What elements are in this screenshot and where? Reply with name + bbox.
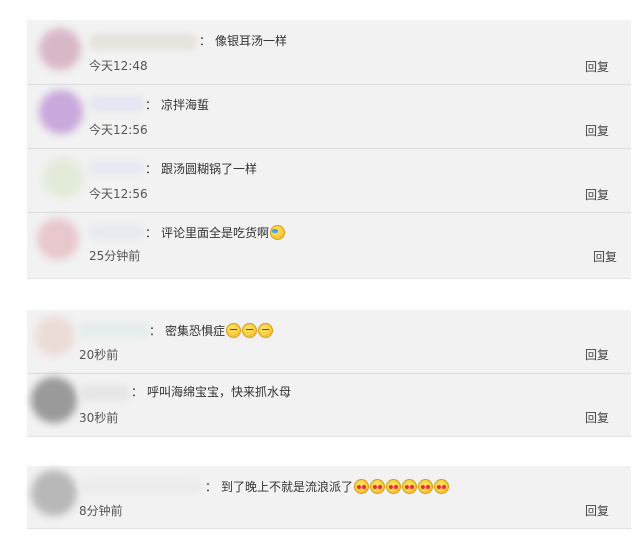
comment-item: ：跟汤圆糊锅了一样 今天12:56 回复 bbox=[27, 148, 631, 213]
user-avatar[interactable] bbox=[43, 158, 83, 198]
comment-text: 评论里面全是吃货啊 bbox=[161, 226, 270, 240]
colon: ： bbox=[205, 480, 218, 494]
comment-text-wrap: ：凉拌海蜇 bbox=[145, 96, 209, 114]
comment-text: 密集恐惧症 bbox=[165, 324, 226, 338]
comment-text-wrap: ：评论里面全是吃货啊 bbox=[145, 224, 286, 242]
comment-text: 到了晚上不就是流浪派了 bbox=[221, 480, 354, 494]
kissing-face-icon bbox=[386, 479, 402, 494]
comment-item: ：呼叫海绵宝宝，快来抓水母 30秒前 回复 bbox=[27, 373, 631, 436]
comment-group: ：到了晚上不就是流浪派了 8分钟前 回复 bbox=[27, 466, 631, 529]
comment-group: ：像银耳汤一样 今天12:48 回复 ：凉拌海蜇 今天12:56 回复 ：跟汤圆… bbox=[27, 20, 631, 279]
heart-eyes-icon bbox=[434, 479, 450, 494]
username-blurred[interactable] bbox=[89, 224, 145, 240]
comment-time: 今天12:48 bbox=[89, 59, 148, 73]
comment-time: 8分钟前 bbox=[79, 504, 123, 518]
username-blurred[interactable] bbox=[89, 34, 197, 50]
reply-button[interactable]: 回复 bbox=[585, 503, 609, 519]
user-avatar[interactable] bbox=[39, 90, 83, 134]
username-blurred[interactable] bbox=[79, 385, 131, 401]
comment-time: 今天12:56 bbox=[89, 187, 148, 201]
colon: ： bbox=[199, 34, 212, 48]
comment-time: 25分钟前 bbox=[89, 249, 141, 263]
kissing-face-icon bbox=[354, 479, 370, 494]
comment-item: ：像银耳汤一样 今天12:48 回复 bbox=[27, 20, 631, 85]
laughing-crying-icon bbox=[270, 225, 286, 240]
reply-button[interactable]: 回复 bbox=[585, 410, 609, 426]
comment-item: ：密集恐惧症 20秒前 回复 bbox=[27, 310, 631, 374]
user-avatar[interactable] bbox=[31, 377, 77, 423]
sleepy-face-icon bbox=[242, 323, 258, 338]
heart-eyes-icon bbox=[418, 479, 434, 494]
comment-text: 跟汤圆糊锅了一样 bbox=[161, 162, 258, 176]
comment-item: ：凉拌海蜇 今天12:56 回复 bbox=[27, 84, 631, 149]
sleepy-face-icon bbox=[258, 323, 274, 338]
comment-time: 30秒前 bbox=[79, 411, 119, 425]
colon: ： bbox=[145, 98, 158, 112]
reply-button[interactable]: 回复 bbox=[585, 59, 609, 75]
reply-button[interactable]: 回复 bbox=[593, 249, 617, 265]
comment-text-wrap: ：像银耳汤一样 bbox=[199, 32, 287, 50]
comment-time: 今天12:56 bbox=[89, 123, 148, 137]
username-blurred[interactable] bbox=[89, 160, 145, 176]
user-avatar[interactable] bbox=[31, 470, 77, 516]
username-blurred[interactable] bbox=[79, 478, 203, 494]
heart-eyes-icon bbox=[402, 479, 418, 494]
kissing-face-icon bbox=[370, 479, 386, 494]
comment-item: ：到了晚上不就是流浪派了 8分钟前 回复 bbox=[27, 466, 631, 528]
reply-button[interactable]: 回复 bbox=[585, 187, 609, 203]
comment-time: 20秒前 bbox=[79, 348, 119, 362]
colon: ： bbox=[145, 162, 158, 176]
colon: ： bbox=[145, 226, 158, 240]
user-avatar[interactable] bbox=[37, 218, 79, 260]
comment-item: ：评论里面全是吃货啊 25分钟前 回复 bbox=[27, 212, 631, 276]
colon: ： bbox=[131, 385, 144, 399]
colon: ： bbox=[149, 324, 162, 338]
comment-group: ：密集恐惧症 20秒前 回复 ：呼叫海绵宝宝，快来抓水母 30秒前 回复 bbox=[27, 310, 631, 437]
username-blurred[interactable] bbox=[89, 96, 145, 112]
comment-text-wrap: ：密集恐惧症 bbox=[149, 322, 274, 340]
user-avatar[interactable] bbox=[39, 28, 81, 70]
comment-text-wrap: ：呼叫海绵宝宝，快来抓水母 bbox=[131, 383, 291, 401]
reply-button[interactable]: 回复 bbox=[585, 347, 609, 363]
comment-text-wrap: ：到了晚上不就是流浪派了 bbox=[205, 478, 450, 496]
comment-text: 凉拌海蜇 bbox=[161, 98, 210, 112]
reply-button[interactable]: 回复 bbox=[585, 123, 609, 139]
comment-text: 呼叫海绵宝宝，快来抓水母 bbox=[147, 385, 292, 399]
comment-text-wrap: ：跟汤圆糊锅了一样 bbox=[145, 160, 257, 178]
username-blurred[interactable] bbox=[79, 322, 149, 338]
user-avatar[interactable] bbox=[35, 316, 75, 356]
comment-text: 像银耳汤一样 bbox=[215, 34, 288, 48]
sleepy-face-icon bbox=[226, 323, 242, 338]
